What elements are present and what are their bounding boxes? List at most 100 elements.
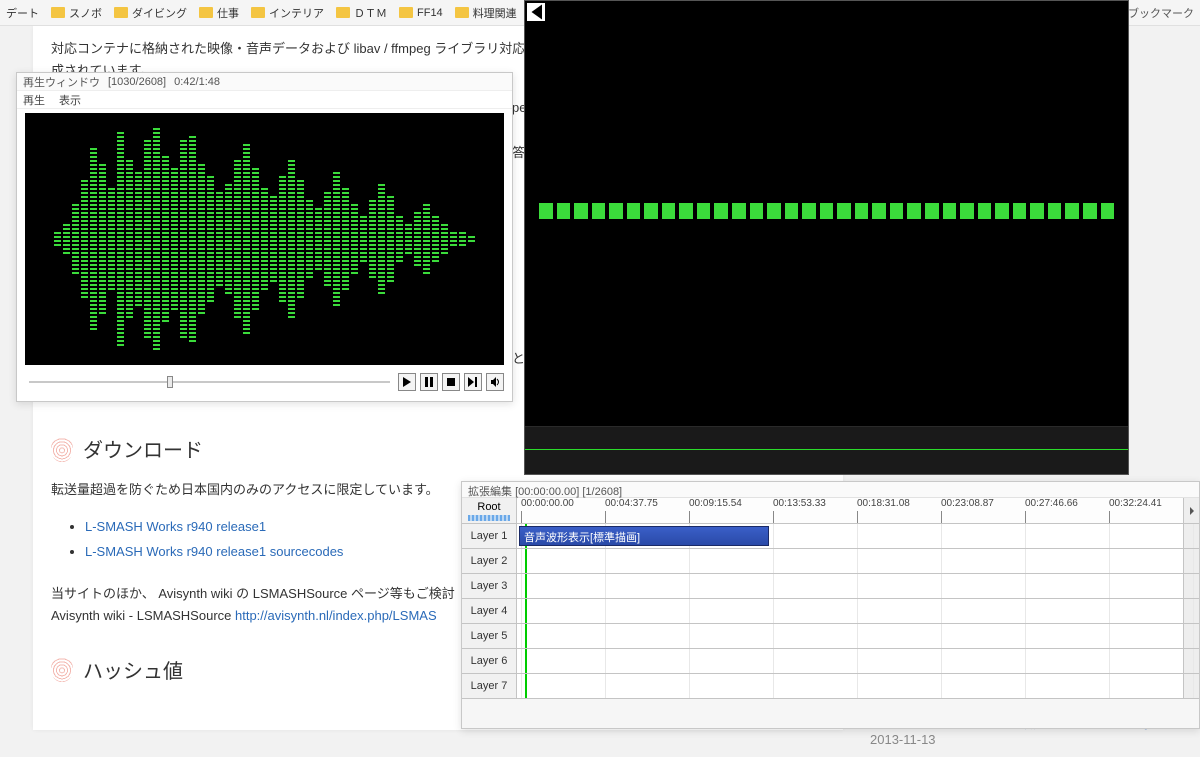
- menu-play[interactable]: 再生: [23, 92, 45, 108]
- waveform-bar: [72, 203, 79, 275]
- back-to-start-button[interactable]: [527, 3, 545, 21]
- volume-button[interactable]: [486, 373, 504, 391]
- stop-button[interactable]: [442, 373, 460, 391]
- layer-label[interactable]: Layer 7: [462, 674, 517, 698]
- waveform-bar: [450, 231, 457, 247]
- bookmark-folder[interactable]: 仕事: [199, 5, 239, 21]
- playhead-marker[interactable]: [525, 599, 527, 623]
- preview-wave-block: [557, 203, 571, 219]
- play-button[interactable]: [398, 373, 416, 391]
- layer-scrollbar[interactable]: [1183, 624, 1199, 648]
- waveform-bar: [108, 187, 115, 291]
- layer-track[interactable]: [517, 574, 1183, 598]
- layer-scrollbar[interactable]: [1183, 574, 1199, 598]
- playhead-marker[interactable]: [525, 674, 527, 698]
- waveform-bar: [324, 191, 331, 287]
- layer-label[interactable]: Layer 4: [462, 599, 517, 623]
- timeline-ruler[interactable]: 00:00:00.0000:04:37.7500:09:15.5400:13:5…: [517, 498, 1183, 523]
- sidebar-post-date: 2013-11-13: [870, 732, 936, 747]
- skip-end-button[interactable]: [464, 373, 482, 391]
- layer-label[interactable]: Layer 6: [462, 649, 517, 673]
- bookmark-folder[interactable]: 料理関連: [455, 5, 517, 21]
- layer-scrollbar[interactable]: [1183, 524, 1199, 548]
- fingerprint-icon: [51, 656, 73, 682]
- preview-wave-block: [1065, 203, 1079, 219]
- layer-scrollbar[interactable]: [1183, 649, 1199, 673]
- layer-track[interactable]: [517, 649, 1183, 673]
- preview-wave-block: [943, 203, 957, 219]
- layer-row: Layer 7: [462, 674, 1199, 699]
- layer-track[interactable]: [517, 674, 1183, 698]
- playhead-marker[interactable]: [525, 549, 527, 573]
- ruler-tick: 00:27:46.66: [1025, 498, 1078, 509]
- playback-controls: [17, 369, 512, 395]
- preview-wave-block: [1048, 203, 1062, 219]
- layer-label[interactable]: Layer 1: [462, 524, 517, 548]
- time-counter: 0:42/1:48: [174, 76, 220, 88]
- timeline-timecode: [00:00:00.00]: [515, 486, 579, 498]
- bookmark-folder[interactable]: FF14: [399, 7, 443, 19]
- bookmark-folder[interactable]: インテリア: [251, 5, 324, 21]
- preview-wave-block: [1013, 203, 1027, 219]
- layer-row: Layer 5: [462, 624, 1199, 649]
- pause-button[interactable]: [420, 373, 438, 391]
- bookmark-folder[interactable]: ダイビング: [114, 5, 187, 21]
- playback-titlebar[interactable]: 再生ウィンドウ [1030/2608] 0:42/1:48: [17, 73, 512, 91]
- bookmark-trunc[interactable]: デート: [6, 5, 39, 21]
- preview-wave-block: [1030, 203, 1044, 219]
- waveform-bar: [270, 195, 277, 283]
- waveform-bar: [360, 215, 367, 263]
- playhead-marker[interactable]: [525, 574, 527, 598]
- preview-wave-block: [978, 203, 992, 219]
- ruler-scroll-right[interactable]: [1183, 498, 1199, 523]
- preview-wave-block: [802, 203, 816, 219]
- bookmark-folder[interactable]: スノボ: [51, 5, 102, 21]
- preview-footer: [525, 426, 1128, 474]
- waveform-bar: [180, 139, 187, 339]
- preview-wave-block: [732, 203, 746, 219]
- preview-wave-block: [890, 203, 904, 219]
- waveform-bar: [297, 179, 304, 299]
- layer-row: Layer 1音声波形表示[標準描画]: [462, 524, 1199, 549]
- layer-label[interactable]: Layer 3: [462, 574, 517, 598]
- root-cell[interactable]: Root: [462, 498, 517, 523]
- preview-wave-block: [837, 203, 851, 219]
- layer-label[interactable]: Layer 5: [462, 624, 517, 648]
- playhead-marker[interactable]: [525, 649, 527, 673]
- preview-wave-block: [697, 203, 711, 219]
- preview-wave-block: [592, 203, 606, 219]
- bookmark-folder[interactable]: ＤＴＭ: [336, 5, 387, 21]
- folder-icon: [51, 7, 65, 18]
- waveform-bar: [99, 163, 106, 315]
- layer-track[interactable]: 音声波形表示[標準描画]: [517, 524, 1183, 548]
- preview-wave-block: [627, 203, 641, 219]
- wiki-link[interactable]: http://avisynth.nl/index.php/LSMAS: [235, 608, 437, 623]
- layer-track[interactable]: [517, 624, 1183, 648]
- waveform-bar: [396, 215, 403, 263]
- timeline-clip[interactable]: 音声波形表示[標準描画]: [519, 526, 769, 546]
- preview-wave-block: [907, 203, 921, 219]
- preview-wave-block: [925, 203, 939, 219]
- download-link[interactable]: L-SMASH Works r940 release1: [85, 519, 266, 534]
- waveform-bar: [405, 223, 412, 255]
- playhead-marker[interactable]: [525, 624, 527, 648]
- preview-wave-block: [855, 203, 869, 219]
- download-link[interactable]: L-SMASH Works r940 release1 sourcecodes: [85, 544, 343, 559]
- layer-label[interactable]: Layer 2: [462, 549, 517, 573]
- layer-track[interactable]: [517, 549, 1183, 573]
- timeline-titlebar[interactable]: 拡張編集 [00:00:00.00] [1/2608]: [462, 482, 1199, 498]
- layer-scrollbar[interactable]: [1183, 599, 1199, 623]
- waveform-bar: [333, 171, 340, 307]
- layer-row: Layer 4: [462, 599, 1199, 624]
- menu-view[interactable]: 表示: [59, 92, 81, 108]
- layer-scrollbar[interactable]: [1183, 674, 1199, 698]
- waveform-bar: [315, 207, 322, 271]
- preview-wave-block: [872, 203, 886, 219]
- waveform-bar: [117, 131, 124, 347]
- layer-track[interactable]: [517, 599, 1183, 623]
- waveform-bar: [135, 171, 142, 307]
- layer-scrollbar[interactable]: [1183, 549, 1199, 573]
- seek-slider[interactable]: [25, 374, 394, 390]
- waveform-bar: [369, 199, 376, 279]
- seek-thumb[interactable]: [167, 376, 173, 388]
